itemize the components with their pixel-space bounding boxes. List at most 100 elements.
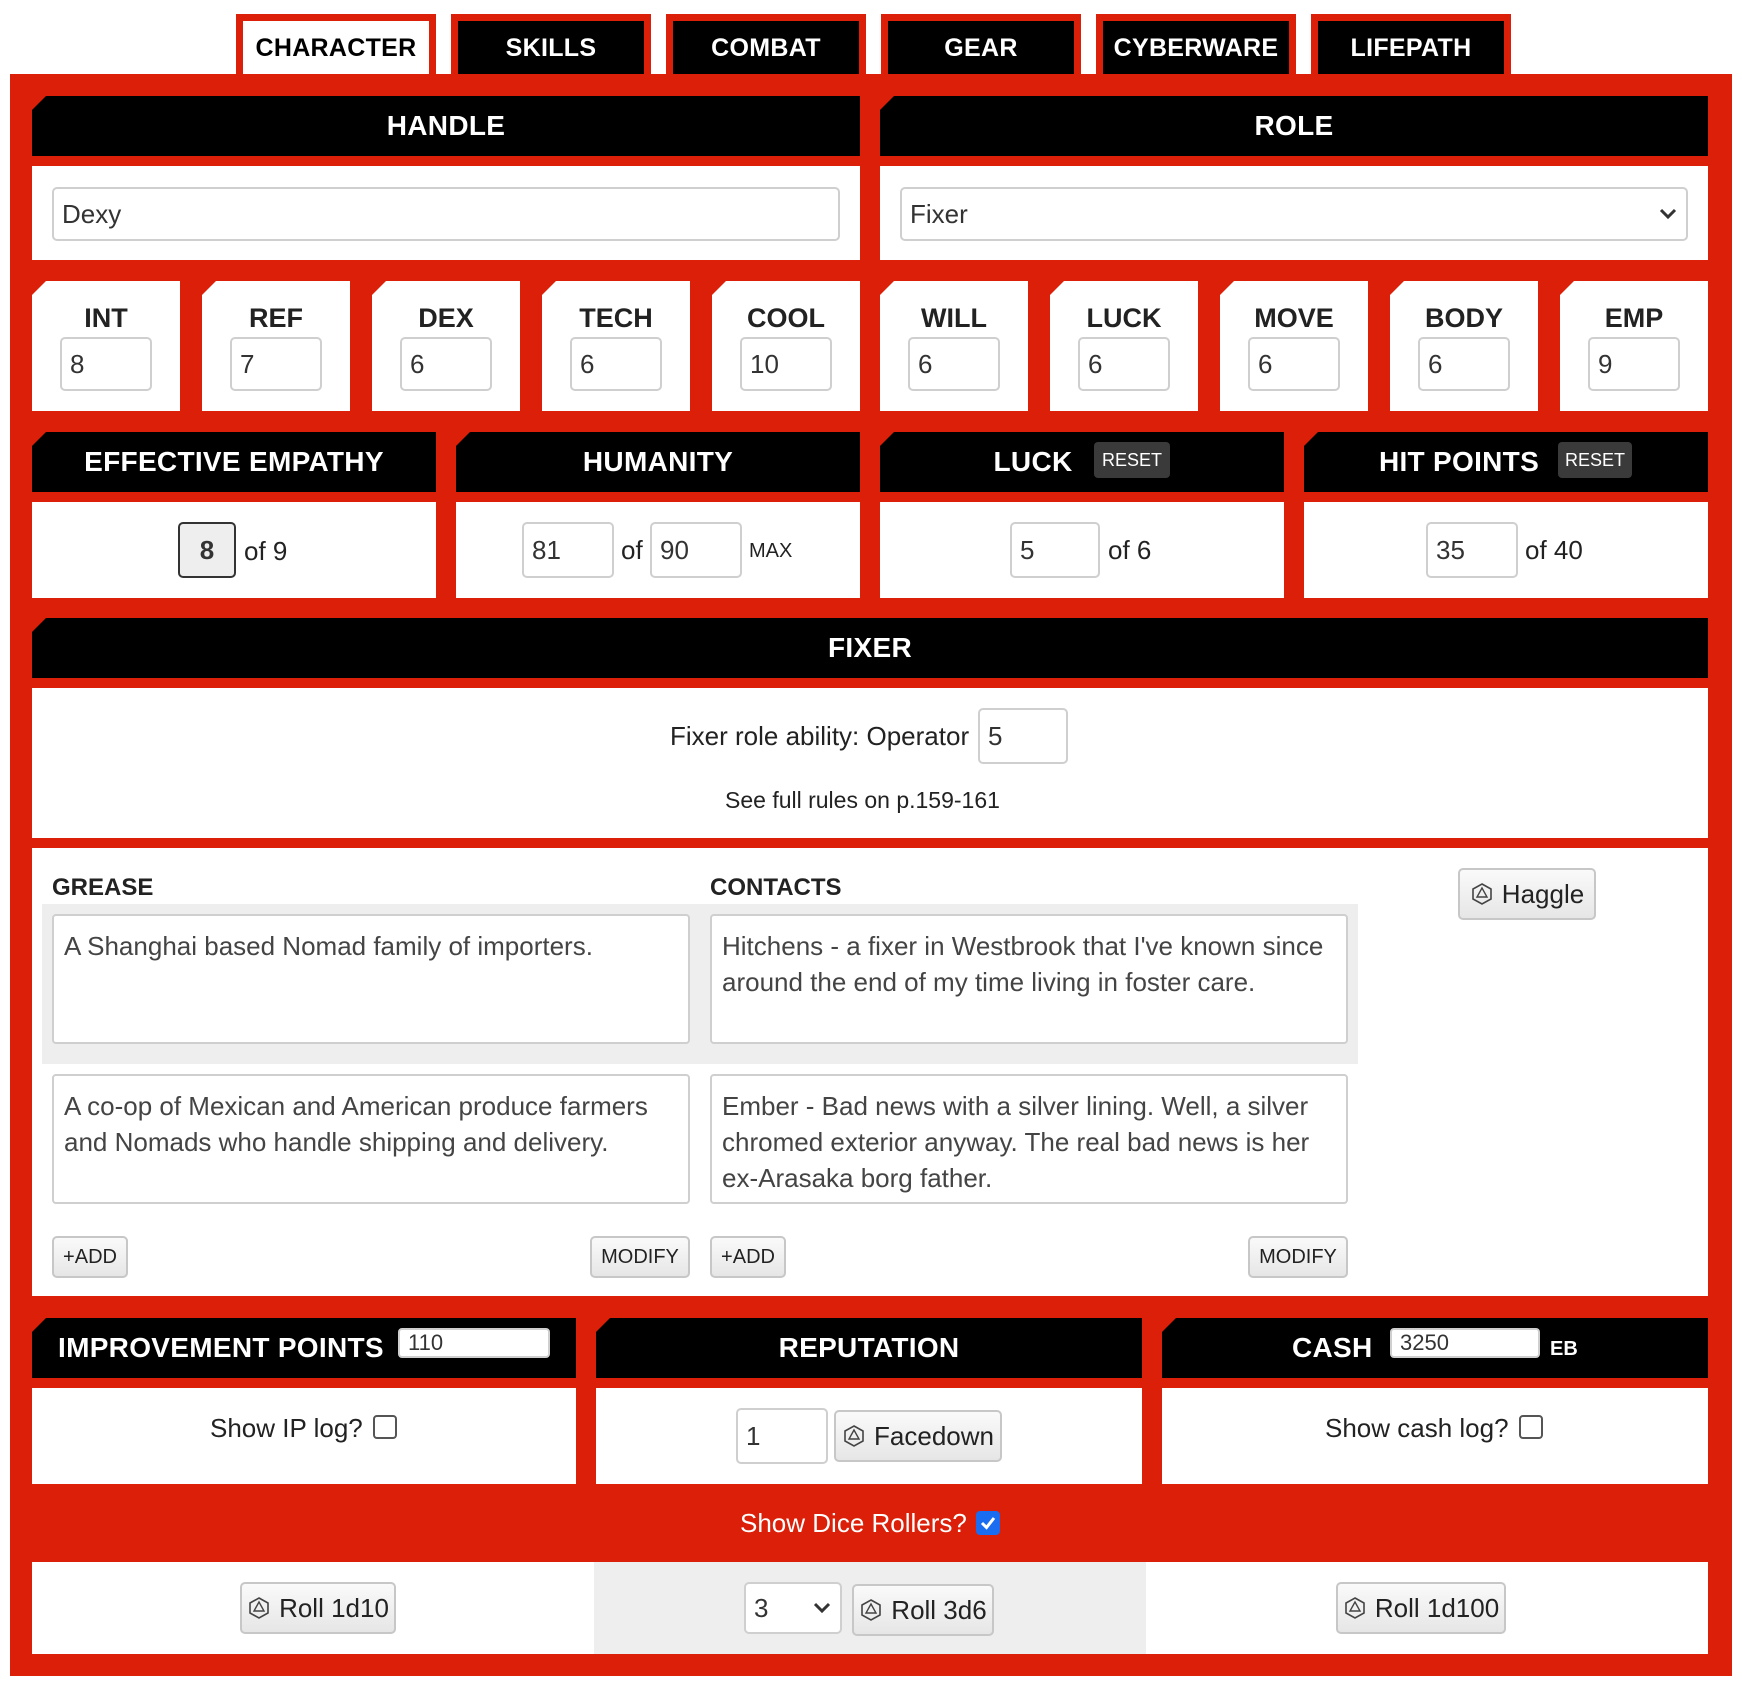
effective-empathy-header: EFFECTIVE EMPATHY: [32, 432, 436, 492]
fixer-ability-label: Fixer role ability: Operator: [670, 721, 970, 751]
show-dice-rollers-label: Show Dice Rollers?: [740, 1508, 967, 1538]
facedown-label: Facedown: [874, 1420, 994, 1451]
grease-modify-button[interactable]: MODIFY: [590, 1236, 690, 1278]
fixer-rules-text: See full rules on p.159-161: [725, 787, 1000, 813]
contacts-entry[interactable]: Ember - Bad news with a silver lining. W…: [710, 1074, 1348, 1204]
haggle-button[interactable]: Haggle: [1458, 868, 1596, 920]
tab-character[interactable]: CHARACTER: [236, 14, 436, 76]
stat-label: BODY: [1424, 303, 1503, 333]
stat-ref: REF 7: [202, 281, 350, 411]
luck-header: LUCK: [880, 432, 1284, 492]
contacts-add-button[interactable]: +ADD: [710, 1236, 786, 1278]
contacts-modify-button[interactable]: MODIFY: [1248, 1236, 1348, 1278]
cash-input[interactable]: 3250: [1390, 1328, 1540, 1358]
grease-header: GREASE: [52, 874, 154, 901]
hit-points-header: HIT POINTS: [1304, 432, 1708, 492]
show-dice-rollers-checkbox[interactable]: [976, 1511, 1000, 1535]
luck-header-label: LUCK: [993, 446, 1073, 477]
stat-luck: LUCK 6: [1050, 281, 1198, 411]
roll-3d6-label: Roll 3d6: [891, 1594, 987, 1625]
character-sheet: CHARACTER SKILLS COMBAT GEAR CYBERWARE L…: [0, 0, 1742, 1686]
contacts-entry[interactable]: Hitchens - a fixer in Westbrook that I'v…: [710, 914, 1348, 1044]
dice-count-value: 3: [754, 1592, 769, 1623]
stat-input[interactable]: 6: [400, 337, 492, 391]
tab-lifepath[interactable]: LIFEPATH: [1311, 14, 1511, 76]
luck-current-input[interactable]: 5: [1010, 522, 1100, 578]
roll-1d10-button[interactable]: Roll 1d10: [240, 1582, 396, 1634]
stat-cool: COOL 10: [712, 281, 860, 411]
improvement-points-label: IMPROVEMENT POINTS: [58, 1332, 384, 1363]
contacts-header: CONTACTS: [710, 874, 842, 901]
stat-int: INT 8: [32, 281, 180, 411]
roll-1d10-label: Roll 1d10: [279, 1592, 389, 1623]
d20-die-icon: [861, 1599, 882, 1621]
ip-log-label: Show IP log?: [210, 1413, 363, 1443]
hit-points-reset-button[interactable]: RESET: [1558, 442, 1632, 478]
roll-3d6-button[interactable]: Roll 3d6: [852, 1584, 994, 1636]
chevron-down-icon: [1659, 208, 1677, 220]
d20-die-icon: [844, 1425, 864, 1447]
stat-input[interactable]: 6: [570, 337, 662, 391]
stat-label: WILL: [921, 303, 987, 333]
improvement-points-input[interactable]: 110: [398, 1328, 550, 1358]
stat-label: MOVE: [1254, 303, 1334, 333]
stat-body: BODY 6: [1390, 281, 1538, 411]
grease-entry[interactable]: A co-op of Mexican and American produce …: [52, 1074, 690, 1204]
stat-label: COOL: [747, 303, 825, 333]
stat-label: EMP: [1604, 303, 1664, 333]
tab-combat[interactable]: COMBAT: [666, 14, 866, 76]
d20-die-icon: [1345, 1597, 1365, 1619]
stat-label: DEX: [418, 303, 474, 333]
luck-of: of 6: [1108, 535, 1152, 565]
reputation-input[interactable]: 1: [736, 1408, 828, 1464]
stat-will: WILL 6: [880, 281, 1028, 411]
haggle-label: Haggle: [1501, 878, 1585, 909]
cash-log-checkbox[interactable]: [1519, 1415, 1543, 1439]
stat-input[interactable]: 8: [60, 337, 152, 391]
stat-input[interactable]: 10: [740, 337, 832, 391]
reputation-header: REPUTATION: [596, 1318, 1142, 1378]
stat-input[interactable]: 9: [1588, 337, 1680, 391]
stat-move: MOVE 6: [1220, 281, 1368, 411]
role-select[interactable]: Fixer: [900, 187, 1688, 241]
stat-label: REF: [249, 303, 303, 333]
d20-die-icon: [249, 1597, 269, 1619]
luck-reset-button[interactable]: RESET: [1094, 442, 1170, 478]
grease-add-button[interactable]: +ADD: [52, 1236, 128, 1278]
cash-label: CASH: [1292, 1332, 1373, 1363]
cash-log-label: Show cash log?: [1325, 1413, 1509, 1443]
tab-gear[interactable]: GEAR: [881, 14, 1081, 76]
d20-die-icon: [1471, 883, 1492, 905]
humanity-header: HUMANITY: [456, 432, 860, 492]
facedown-button[interactable]: Facedown: [834, 1410, 1002, 1462]
stat-label: TECH: [579, 303, 653, 333]
role-header: ROLE: [880, 96, 1708, 156]
cash-unit: EB: [1550, 1338, 1578, 1360]
humanity-max-label: MAX: [749, 540, 793, 562]
roll-1d100-button[interactable]: Roll 1d100: [1336, 1582, 1506, 1634]
stat-input[interactable]: 6: [908, 337, 1000, 391]
stat-input[interactable]: 6: [1248, 337, 1340, 391]
humanity-current-input[interactable]: 81: [522, 522, 614, 578]
humanity-of: of: [621, 535, 643, 565]
chevron-down-icon: [813, 1602, 831, 1614]
fixer-panel: [32, 688, 1708, 838]
humanity-max-input[interactable]: 90: [650, 522, 742, 578]
stat-input[interactable]: 6: [1418, 337, 1510, 391]
dice-count-select[interactable]: 3: [744, 1582, 842, 1634]
tab-skills[interactable]: SKILLS: [451, 14, 651, 76]
hit-points-header-label: HIT POINTS: [1378, 446, 1540, 477]
ip-log-checkbox[interactable]: [373, 1415, 397, 1439]
stat-input[interactable]: 7: [230, 337, 322, 391]
effective-empathy-value: 8: [178, 522, 236, 578]
tab-cyberware[interactable]: CYBERWARE: [1096, 14, 1296, 76]
grease-entry[interactable]: A Shanghai based Nomad family of importe…: [52, 914, 690, 1044]
roll-1d100-label: Roll 1d100: [1374, 1592, 1500, 1623]
hit-points-current-input[interactable]: 35: [1426, 522, 1518, 578]
role-select-value: Fixer: [910, 198, 968, 229]
fixer-ability-input[interactable]: 5: [978, 708, 1068, 764]
stat-input[interactable]: 6: [1078, 337, 1170, 391]
handle-input[interactable]: Dexy: [52, 187, 840, 241]
fixer-header: FIXER: [32, 618, 1708, 678]
handle-header: HANDLE: [32, 96, 860, 156]
